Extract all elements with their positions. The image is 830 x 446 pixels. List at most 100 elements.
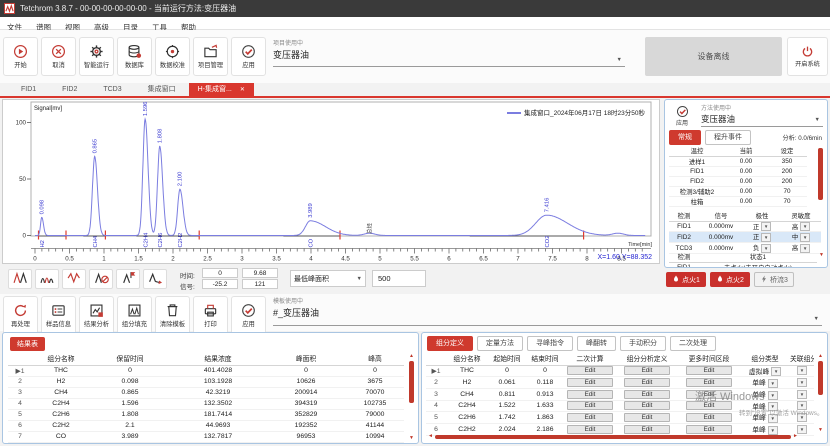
- toolbar-button-应用[interactable]: 应用: [231, 37, 266, 76]
- table-row[interactable]: 3CH40.86542.321920091470070: [8, 387, 404, 398]
- time-min-field[interactable]: 0: [202, 268, 238, 278]
- column-header[interactable]: 更多时间区段: [678, 352, 740, 365]
- column-header[interactable]: 二次计算: [564, 352, 616, 365]
- cell-value[interactable]: 高 ▼: [781, 221, 821, 232]
- 点火1-button[interactable]: 点火1: [666, 272, 706, 287]
- tab-寻峰指令[interactable]: 寻峰指令: [527, 336, 573, 351]
- column-header[interactable]: 灵敏度: [781, 211, 821, 221]
- table-row[interactable]: 2H20.0610.118EditEditEdit单峰 ▼▼: [426, 377, 814, 389]
- peak-tool-peak-flag-button[interactable]: [116, 269, 140, 289]
- tab-手动积分[interactable]: 手动积分: [620, 336, 666, 351]
- toolbar-button-清除模板[interactable]: 清除模板: [155, 296, 190, 335]
- column-header[interactable]: 峰面积: [266, 352, 346, 365]
- table-row[interactable]: 进样10.00350: [669, 156, 807, 166]
- table-row[interactable]: 4C2H41.596132.3502394319102735: [8, 398, 404, 409]
- scroll-up-icon[interactable]: ▲: [817, 353, 824, 359]
- edit-button[interactable]: Edit: [686, 390, 732, 399]
- chevron-down-icon[interactable]: ▼: [761, 233, 771, 242]
- scroll-down-icon[interactable]: ▼: [817, 427, 824, 433]
- peak-tool-peaks-2-button[interactable]: [8, 269, 32, 289]
- chevron-down-icon[interactable]: ▼: [761, 222, 771, 231]
- table-row[interactable]: 4C2H41.5221.633EditEditEdit单峰 ▼▼: [426, 400, 814, 412]
- component-type-dropdown[interactable]: 虚拟峰 ▼: [740, 365, 790, 377]
- template-combobox[interactable]: 模板使用中 #_变压器油 ▼: [273, 296, 822, 326]
- component-type-dropdown[interactable]: 单峰 ▼: [740, 377, 790, 389]
- edit-button[interactable]: Edit: [567, 390, 613, 399]
- edit-button[interactable]: Edit: [567, 413, 613, 422]
- column-header[interactable]: 保留时间: [90, 352, 170, 365]
- toolbar-button-打印[interactable]: 打印: [193, 296, 228, 335]
- cell-value[interactable]: 正 ▼: [743, 221, 781, 232]
- scroll-right-icon[interactable]: ►: [793, 433, 798, 440]
- related-component-dropdown[interactable]: ▼: [790, 412, 814, 424]
- edit-button[interactable]: Edit: [624, 378, 670, 387]
- scroll-left-icon[interactable]: ◄: [428, 433, 433, 440]
- tab-定量方法[interactable]: 定量方法: [477, 336, 523, 351]
- table-row[interactable]: 6C2H22.144.969319235241144: [8, 420, 404, 431]
- chevron-down-icon[interactable]: ▼: [800, 222, 810, 231]
- components-horizontal-scrollbar[interactable]: ◄ ►: [428, 433, 798, 440]
- project-combobox[interactable]: 项目使用中 变压器油 ▼: [273, 38, 625, 67]
- peak-tool-peaks-3-button[interactable]: [35, 269, 59, 289]
- table-row[interactable]: ▶1THC0401.402800: [8, 365, 404, 376]
- column-header[interactable]: 关联组分: [790, 352, 814, 365]
- component-type-dropdown[interactable]: 单峰 ▼: [740, 400, 790, 412]
- edit-button[interactable]: Edit: [686, 413, 732, 422]
- close-icon[interactable]: ✕: [240, 87, 245, 93]
- chevron-down-icon[interactable]: ▼: [768, 402, 778, 411]
- table-row[interactable]: 柱箱0.0070: [669, 196, 807, 206]
- scrollbar-thumb[interactable]: [435, 435, 791, 439]
- toolbar-button-取消[interactable]: 取消: [41, 37, 76, 76]
- related-component-dropdown[interactable]: ▼: [790, 400, 814, 412]
- peak-tool-peak-delete-button[interactable]: [89, 269, 113, 289]
- toolbar-button-数据校准[interactable]: 数据校准: [155, 37, 190, 76]
- edit-button[interactable]: Edit: [686, 401, 732, 410]
- column-header[interactable]: 温控: [669, 146, 725, 156]
- method-vertical-scrollbar[interactable]: [817, 148, 824, 208]
- column-header[interactable]: 组分类型: [740, 352, 790, 365]
- chevron-down-icon[interactable]: ▼: [768, 379, 778, 388]
- peak-tool-wave-button[interactable]: [62, 269, 86, 289]
- scrollbar-thumb[interactable]: [818, 361, 823, 395]
- column-header[interactable]: 组分分析定义: [616, 352, 678, 365]
- chevron-down-icon[interactable]: ▼: [797, 390, 807, 399]
- scroll-down-icon[interactable]: ▼: [408, 435, 415, 441]
- column-header[interactable]: 信号: [699, 211, 743, 221]
- signal-min-field[interactable]: -25.2: [202, 279, 238, 289]
- 桥流3-button[interactable]: 桥流3: [754, 272, 794, 287]
- column-header[interactable]: 极性: [743, 211, 781, 221]
- scroll-up-icon[interactable]: ▲: [408, 353, 415, 359]
- chevron-down-icon[interactable]: ▼: [797, 425, 807, 434]
- table-row[interactable]: 2H20.098103.1928106263675: [8, 376, 404, 387]
- toolbar-button-项目管理[interactable]: 项目管理: [193, 37, 228, 76]
- chevron-down-icon[interactable]: ▼: [815, 117, 820, 123]
- components-vertical-scrollbar[interactable]: ▲ ▼: [817, 353, 824, 433]
- component-type-dropdown[interactable]: 单峰 ▼: [740, 388, 790, 400]
- toolbar-button-智能运行[interactable]: 智能运行: [79, 37, 114, 76]
- chevron-down-icon[interactable]: ▼: [797, 401, 807, 410]
- tab-常规[interactable]: 常规: [669, 130, 701, 145]
- edit-button[interactable]: Edit: [567, 378, 613, 387]
- chevron-down-icon[interactable]: ▼: [797, 413, 807, 422]
- chevron-down-icon[interactable]: ▼: [768, 414, 778, 423]
- tab-TCD3[interactable]: TCD3: [90, 83, 134, 96]
- toolbar-button-应用[interactable]: 应用: [231, 296, 266, 335]
- related-component-dropdown[interactable]: ▼: [790, 377, 814, 389]
- table-row[interactable]: FID20.00200: [669, 176, 807, 186]
- 点火2-button[interactable]: 点火2: [710, 272, 750, 287]
- toolbar-button-组分填充[interactable]: 组分填充: [117, 296, 152, 335]
- tab-FID2[interactable]: FID2: [49, 83, 90, 96]
- min-peak-area-dropdown[interactable]: 最低峰面积 ▼: [290, 270, 366, 287]
- table-row[interactable]: FID1未点火(未开启自动点火): [669, 262, 817, 268]
- toolbar-button-开始[interactable]: 开始: [3, 37, 38, 76]
- edit-button[interactable]: Edit: [567, 366, 613, 375]
- edit-button[interactable]: Edit: [624, 401, 670, 410]
- method-apply-button[interactable]: 应用: [669, 103, 695, 129]
- toolbar-button-样品信息[interactable]: 样品信息: [41, 296, 76, 335]
- column-header[interactable]: 设定: [767, 146, 807, 156]
- table-row[interactable]: 5C2H61.808181.741435282979000: [8, 409, 404, 420]
- tab-程升事件[interactable]: 程升事件: [705, 130, 751, 145]
- column-header[interactable]: 结束时间: [526, 352, 564, 365]
- scrollbar-thumb[interactable]: [409, 361, 414, 403]
- table-row[interactable]: FID10.000mv正 ▼高 ▼: [669, 221, 821, 232]
